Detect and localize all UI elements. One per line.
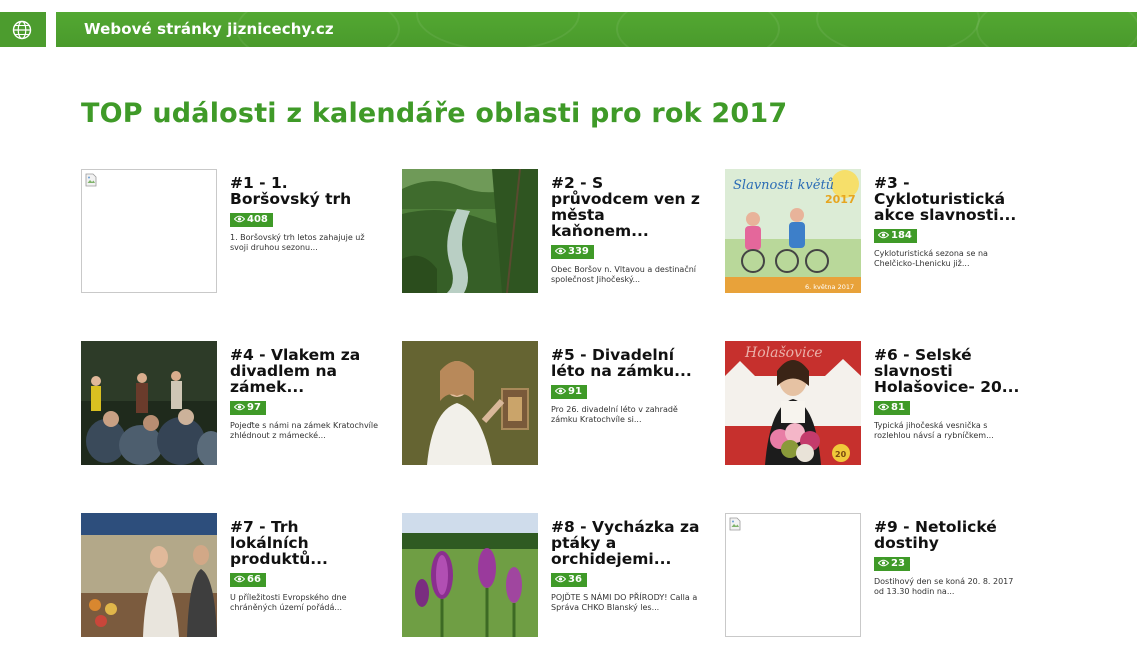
globe-icon	[12, 20, 32, 40]
canyon-photo	[402, 169, 538, 293]
eye-icon	[878, 403, 889, 411]
event-title[interactable]: #9 - Netolické dostihy	[874, 519, 1024, 551]
view-count: 81	[891, 402, 905, 413]
page-heading: TOP události z kalendáře oblasti pro rok…	[81, 98, 788, 129]
event-description: Pro 26. divadelní léto v zahradě zámku K…	[551, 405, 678, 424]
event-title[interactable]: #3 - Cykloturistická akce slavnosti...	[874, 175, 1024, 223]
event-title[interactable]: #1 - 1. Boršovský trh	[230, 175, 380, 207]
market-photo	[81, 513, 217, 637]
top-bar: Webové stránky jiznicechy.cz	[0, 12, 1137, 47]
event-image-1[interactable]	[81, 169, 217, 293]
eye-icon	[878, 231, 889, 239]
view-count-badge: 408	[230, 213, 273, 227]
theatre-photo	[81, 341, 217, 465]
broken-image-icon	[85, 173, 97, 187]
site-banner[interactable]: Webové stránky jiznicechy.cz	[56, 12, 1137, 47]
event-image-2[interactable]	[402, 169, 538, 293]
event-image-4[interactable]	[81, 341, 217, 465]
view-count: 23	[891, 558, 905, 569]
poster-date: 6. května 2017	[805, 283, 854, 291]
event-description: POJĎTE S NÁMI DO PŘÍRODY! Calla a Správa…	[551, 593, 698, 612]
view-count-badge: 36	[551, 573, 587, 587]
event-card-4[interactable]: #4 - Vlakem za divadlem na zámek... 97 P…	[81, 341, 391, 481]
view-count: 339	[568, 246, 589, 257]
view-count-badge: 91	[551, 385, 587, 399]
actress-photo	[402, 341, 538, 465]
view-count-badge: 184	[874, 229, 917, 243]
poster-holasovice: Holašovice 20	[725, 341, 861, 465]
event-description: U příležitosti Evropského dne chráněných…	[230, 593, 347, 612]
poster-year: 2017	[825, 193, 856, 206]
broken-image-icon	[729, 517, 741, 531]
poster-title: Holašovice	[744, 345, 823, 361]
event-description: Cykloturistická sezona se na Chelčicko-L…	[874, 249, 988, 268]
eye-icon	[878, 559, 889, 567]
event-image-9[interactable]	[725, 513, 861, 637]
event-title[interactable]: #6 - Selské slavnosti Holašovice- 20...	[874, 347, 1024, 395]
event-description: Typická jihočeská vesnička s rozlehlou n…	[874, 421, 994, 440]
event-card-9[interactable]: #9 - Netolické dostihy 23 Dostihový den …	[725, 513, 1035, 653]
site-title[interactable]: Webové stránky jiznicechy.cz	[84, 20, 334, 38]
event-card-6[interactable]: Holašovice 20 #6 - Selské slavnosti Hola…	[725, 341, 1035, 481]
view-count: 36	[568, 574, 582, 585]
event-description: 1. Boršovský trh letos zahajuje už svoji…	[230, 233, 365, 252]
event-title[interactable]: #4 - Vlakem za divadlem na zámek...	[230, 347, 380, 395]
globe-button[interactable]	[0, 12, 46, 47]
view-count: 97	[247, 402, 261, 413]
event-image-7[interactable]	[81, 513, 217, 637]
poster-slavnosti-kvetu: Slavnosti květů 2017 6. května 2017	[725, 169, 861, 293]
orchids-photo	[402, 513, 538, 637]
view-count: 91	[568, 386, 582, 397]
eye-icon	[234, 215, 245, 223]
view-count-badge: 97	[230, 401, 266, 415]
view-count: 66	[247, 574, 261, 585]
event-description: Obec Boršov n. Vltavou a destinační spol…	[551, 265, 697, 284]
view-count: 408	[247, 214, 268, 225]
event-card-3[interactable]: Slavnosti květů 2017 6. května 2017 #3 -…	[725, 169, 1035, 309]
view-count-badge: 66	[230, 573, 266, 587]
event-title[interactable]: #7 - Trh lokálních produktů...	[230, 519, 380, 567]
event-title[interactable]: #2 - S průvodcem ven z města kaňonem...	[551, 175, 701, 239]
view-count-badge: 23	[874, 557, 910, 571]
event-image-8[interactable]	[402, 513, 538, 637]
event-description: Dostihový den se koná 20. 8. 2017 od 13.…	[874, 577, 1014, 596]
event-card-8[interactable]: #8 - Vycházka za ptáky a orchidejemi... …	[402, 513, 712, 653]
eye-icon	[555, 387, 566, 395]
view-count-badge: 339	[551, 245, 594, 259]
view-count: 184	[891, 230, 912, 241]
eye-icon	[555, 247, 566, 255]
event-card-2[interactable]: #2 - S průvodcem ven z města kaňonem... …	[402, 169, 712, 309]
view-count-badge: 81	[874, 401, 910, 415]
event-image-6[interactable]: Holašovice 20	[725, 341, 861, 465]
event-image-3[interactable]: Slavnosti květů 2017 6. května 2017	[725, 169, 861, 293]
eye-icon	[234, 575, 245, 583]
event-card-1[interactable]: #1 - 1. Boršovský trh 408 1. Boršovský t…	[81, 169, 391, 309]
event-image-5[interactable]	[402, 341, 538, 465]
eye-icon	[555, 575, 566, 583]
event-card-5[interactable]: #5 - Divadelní léto na zámku... 91 Pro 2…	[402, 341, 712, 481]
event-title[interactable]: #5 - Divadelní léto na zámku...	[551, 347, 701, 379]
eye-icon	[234, 403, 245, 411]
event-card-7[interactable]: #7 - Trh lokálních produktů... 66 U příl…	[81, 513, 391, 653]
poster-badge: 20	[835, 450, 847, 459]
event-title[interactable]: #8 - Vycházka za ptáky a orchidejemi...	[551, 519, 701, 567]
poster-title: Slavnosti květů	[733, 177, 834, 193]
event-description: Pojeďte s námi na zámek Kratochvíle zhlé…	[230, 421, 379, 440]
